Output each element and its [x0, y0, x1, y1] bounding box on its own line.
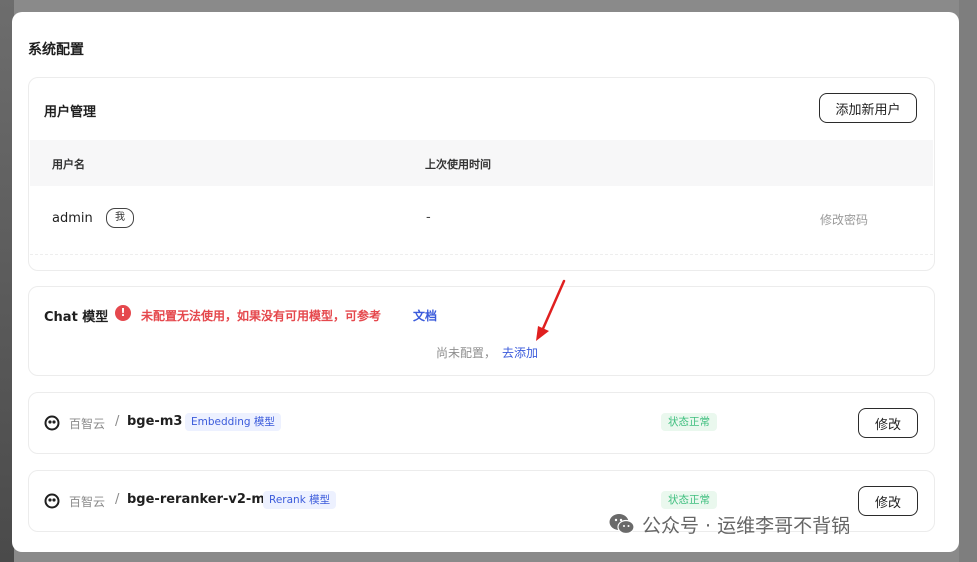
- watermark: 公众号 · 运维李哥不背锅: [608, 508, 850, 540]
- wechat-icon: [609, 514, 635, 535]
- watermark-text: 公众号 · 运维李哥不背锅: [642, 514, 851, 537]
- annotation-arrow-icon: [536, 279, 566, 341]
